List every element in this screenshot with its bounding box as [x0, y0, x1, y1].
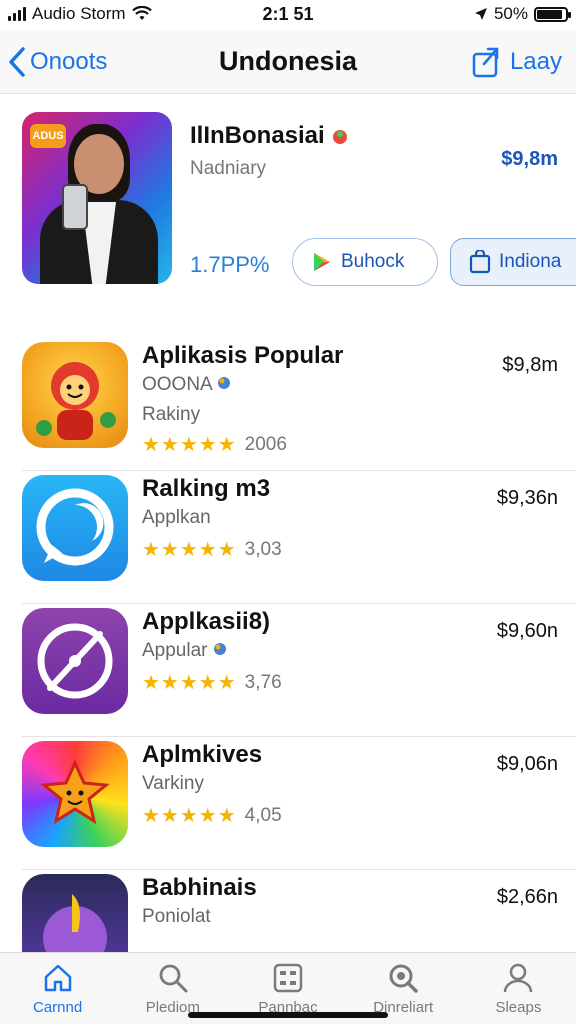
- app-subtitle: OOONA: [142, 374, 231, 396]
- battery-percent: 50%: [493, 4, 528, 23]
- app-subtitle: Poniolat: [142, 906, 211, 927]
- get-button[interactable]: Buhock: [292, 238, 438, 286]
- tab-home[interactable]: Carnnd: [0, 953, 115, 1024]
- bag-icon: [469, 250, 491, 274]
- app-name: Babhinais: [142, 874, 257, 901]
- install-button[interactable]: Indiona: [450, 238, 576, 286]
- phone-icon: [62, 184, 88, 230]
- status-time: 2:1 51: [262, 3, 314, 24]
- home-indicator: [188, 1012, 388, 1018]
- back-label: Onoots: [30, 47, 108, 75]
- app-name: Applkasii8): [142, 608, 271, 635]
- rating-count: 3,76: [244, 671, 282, 693]
- rating-count: 2006: [244, 433, 287, 455]
- featured-badge: ADUS: [30, 124, 66, 148]
- globe-icon: [213, 643, 226, 655]
- rating-count: 4,05: [244, 804, 282, 826]
- home-icon: [44, 964, 71, 992]
- app-subtitle: Varkiny: [142, 773, 204, 794]
- carrier-label: Audio Storm: [32, 4, 126, 23]
- wifi-icon: [131, 6, 152, 20]
- share-button[interactable]: Laay: [472, 46, 562, 78]
- get-button-label: Buhock: [341, 251, 405, 272]
- battery-icon: [534, 6, 571, 22]
- rating-count: 3,03: [244, 538, 282, 560]
- list-item[interactable]: Ralking m3 Applkan ★★★★★ 3,03 $9,36n: [22, 471, 576, 604]
- status-bar: Audio Storm 2:1 51 50%: [0, 0, 576, 28]
- star-face-icon: [22, 741, 128, 847]
- star-rating: ★★★★★: [142, 434, 237, 456]
- app-price: $9,60n: [496, 620, 558, 642]
- list-item[interactable]: Applkasii8) Appular ★★★★★ 3,76 $9,60n: [22, 604, 576, 737]
- app-rating: ★★★★★ 3,03: [142, 537, 282, 562]
- star-rating: ★★★★★: [142, 539, 237, 561]
- location-arrow-icon: [474, 8, 487, 20]
- grid-icon: [273, 963, 303, 993]
- tab-label: Carnnd: [33, 999, 83, 1016]
- app-price: $9,8m: [502, 354, 558, 376]
- featured-app-name-text: IlInBonasiai: [190, 122, 325, 149]
- mascot-icon: [22, 342, 128, 448]
- app-price: $9,36n: [496, 487, 558, 509]
- app-subtitle: Appular: [142, 640, 227, 662]
- star-rating: ★★★★★: [142, 672, 237, 694]
- back-button[interactable]: Onoots: [8, 46, 107, 78]
- app-name: Ralking m3: [142, 475, 271, 502]
- list-item[interactable]: Aplmkives Varkiny ★★★★★ 4,05 $9,06n: [22, 737, 576, 870]
- app-subtitle-text: OOONA: [142, 374, 212, 395]
- share-icon: [472, 47, 499, 77]
- app-name: Aplmkives: [142, 741, 263, 768]
- featured-app-subtitle: Nadniary: [190, 158, 267, 179]
- app-list: Aplikasis Popular OOONA Rakiny ★★★★★ 200…: [0, 338, 576, 1003]
- app-price: $9,06n: [496, 753, 558, 775]
- app-rating: ★★★★★ 4,05: [142, 803, 282, 828]
- play-store-icon: [314, 253, 330, 271]
- app-subtitle-text: Appular: [142, 640, 208, 661]
- battery-fill: [537, 9, 563, 19]
- app-rating: ★★★★★ 3,76: [142, 670, 282, 695]
- install-button-label: Indiona: [499, 251, 562, 272]
- chevron-left-icon: [9, 46, 25, 77]
- chat-bubble-icon: [22, 475, 128, 581]
- person-icon: [504, 963, 533, 993]
- featured-app-artwork: ADUS: [22, 112, 172, 284]
- navigation-bar: Onoots Undonesia Laay: [0, 30, 576, 94]
- tab-profile[interactable]: Sleaps: [461, 953, 576, 1024]
- search-icon: [159, 964, 188, 993]
- featured-app-name: IlInBonasiai: [190, 122, 349, 150]
- featured-app-card[interactable]: ADUS IlInBonasiai Nadniary $9,8m 1.7PP% …: [0, 110, 576, 300]
- featured-app-stat: 1.7PP%: [190, 252, 270, 277]
- status-right: 50%: [378, 4, 571, 24]
- share-label: Laay: [509, 47, 562, 75]
- globe-icon: [217, 377, 230, 389]
- app-category: Rakiny: [142, 404, 201, 425]
- tab-label: Sleaps: [495, 999, 542, 1016]
- signal-icon: [8, 7, 26, 21]
- magnify-icon: [389, 964, 418, 993]
- app-subtitle: Applkan: [142, 507, 211, 528]
- featured-app-price: $9,8m: [501, 148, 558, 170]
- star-rating: ★★★★★: [142, 805, 237, 827]
- app-name: Aplikasis Popular: [142, 342, 344, 369]
- list-item[interactable]: Aplikasis Popular OOONA Rakiny ★★★★★ 200…: [22, 338, 576, 471]
- flag-icon: [333, 129, 348, 144]
- app-price: $2,66n: [496, 886, 558, 908]
- compass-icon: [22, 608, 128, 714]
- status-left: Audio Storm: [8, 4, 198, 24]
- app-rating: ★★★★★ 2006: [142, 432, 287, 457]
